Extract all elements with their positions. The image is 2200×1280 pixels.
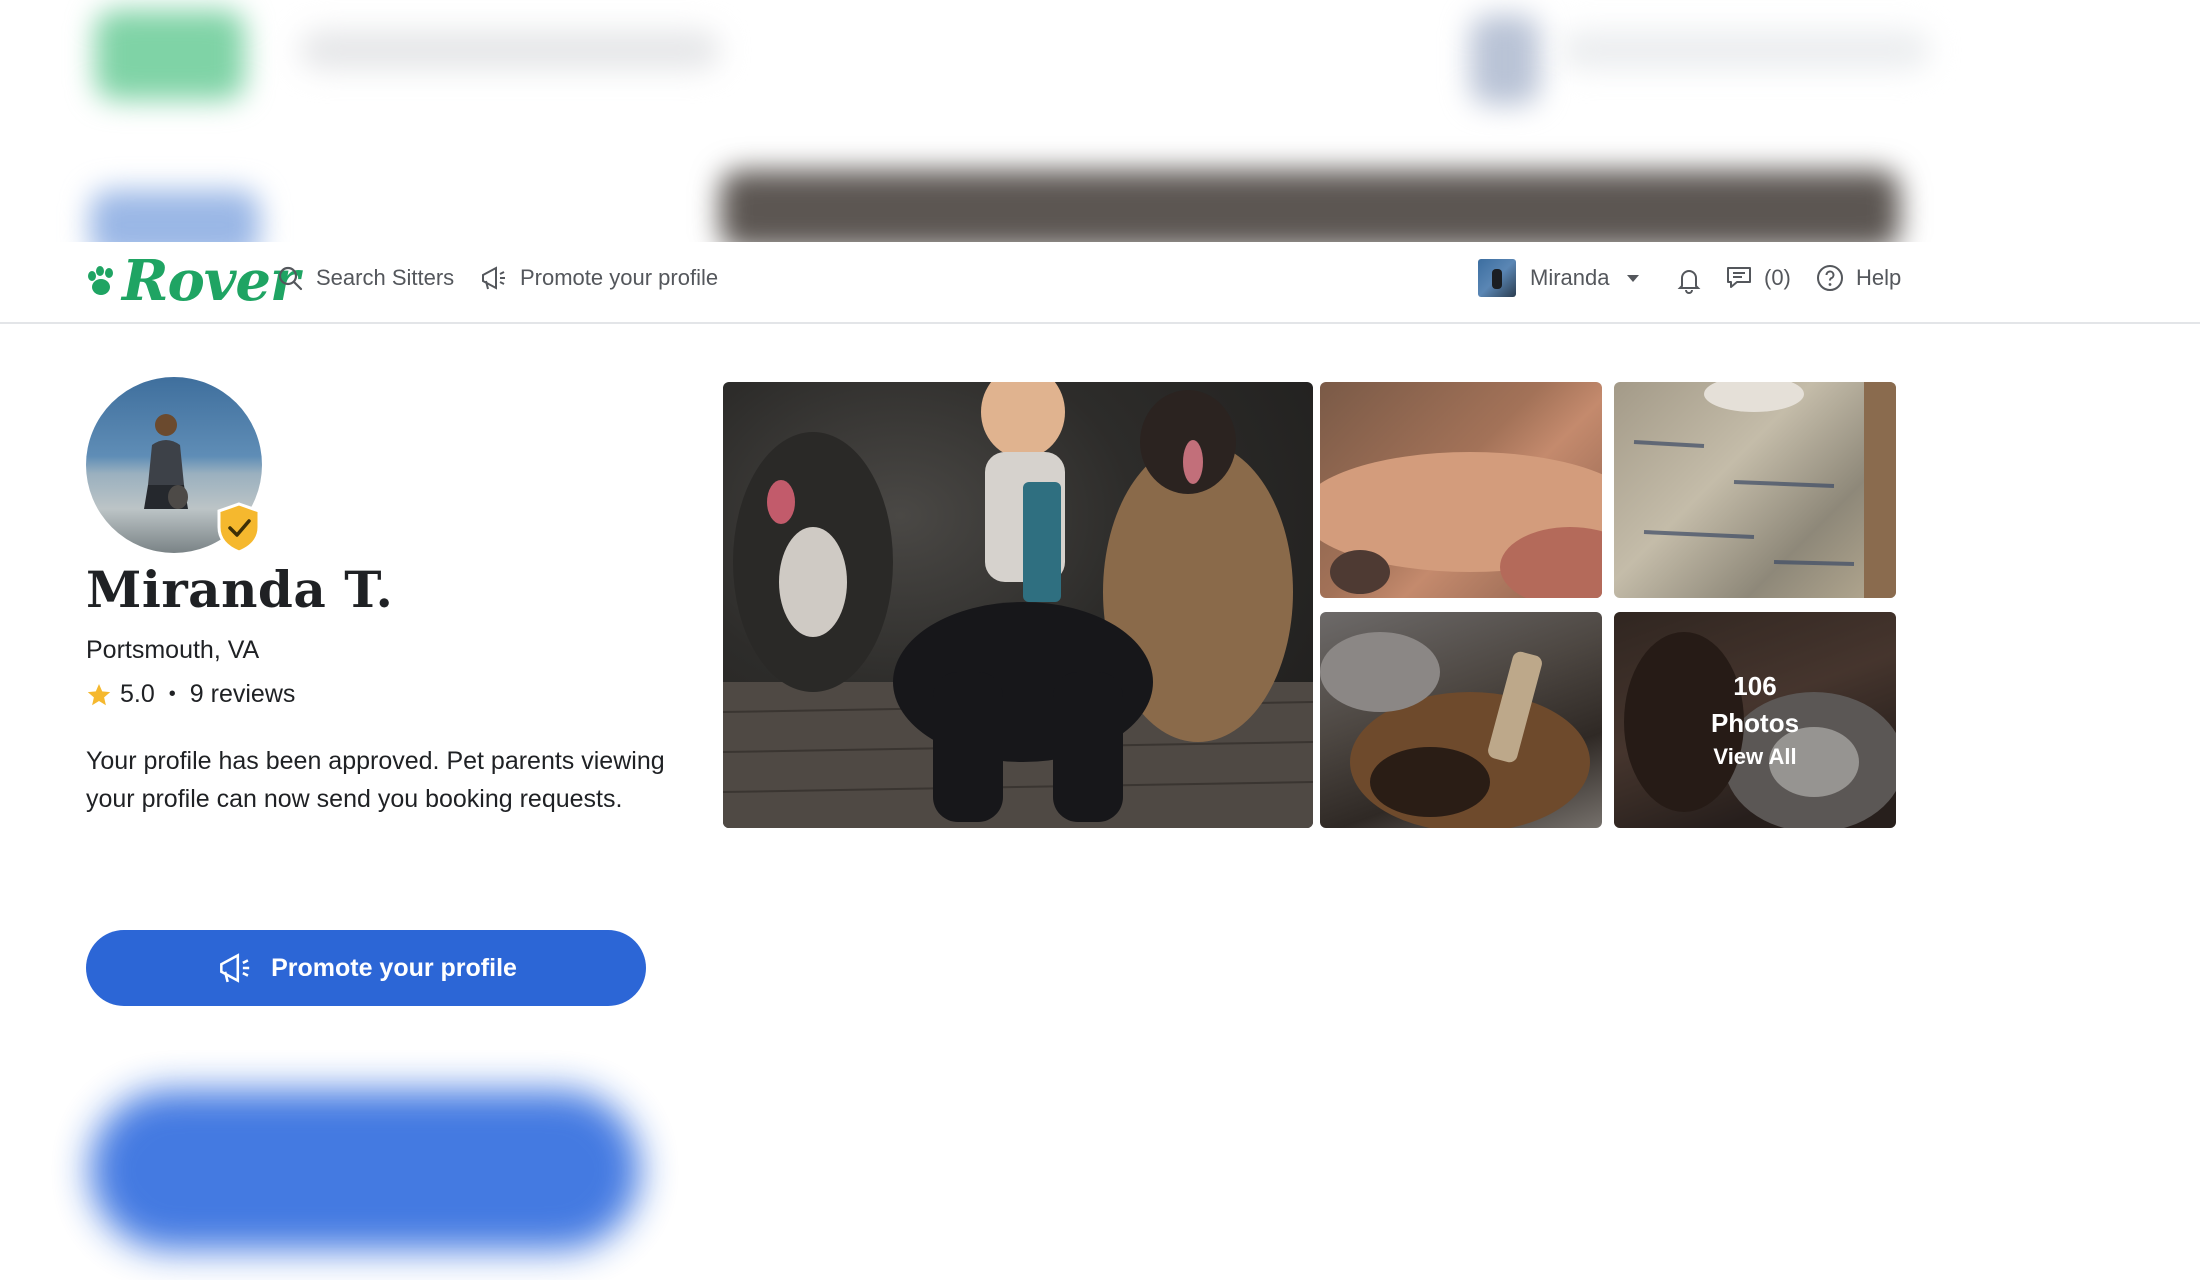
profile-name: Miranda T. xyxy=(86,560,394,619)
photo-thumb-1[interactable] xyxy=(1320,382,1602,598)
photos-label: Photos xyxy=(1710,708,1800,738)
promote-profile-link[interactable]: Promote your profile xyxy=(478,258,718,298)
photo-count: 106 xyxy=(1733,671,1777,701)
help-label: Help xyxy=(1856,265,1902,290)
help-link[interactable]: Help xyxy=(1816,256,1901,300)
megaphone-icon xyxy=(482,266,505,290)
photo-thumb-1-image xyxy=(1320,452,1602,598)
blurred-background xyxy=(0,0,2200,242)
promote-profile-label: Promote your profile xyxy=(520,265,719,290)
photo-thumb-2-image xyxy=(1633,382,1896,598)
promote-profile-button[interactable]: Promote your profile xyxy=(86,930,646,1006)
messages-count: (0) xyxy=(1764,265,1791,290)
view-all-overlay: 106 Photos View All xyxy=(1614,612,1896,828)
profile-location: Portsmouth, VA xyxy=(86,636,260,664)
person-silhouette xyxy=(144,414,188,509)
view-all-link[interactable]: View All xyxy=(1713,742,1796,772)
reviews-link[interactable]: 9 reviews xyxy=(190,680,296,709)
chat-bubble-icon xyxy=(1727,267,1751,288)
photo-thumb-2[interactable] xyxy=(1614,382,1896,598)
user-name: Miranda xyxy=(1530,265,1610,290)
rover-logo[interactable]: Rover xyxy=(84,248,300,314)
help-icon xyxy=(1817,265,1843,291)
photo-main-image xyxy=(723,382,1313,828)
megaphone-icon xyxy=(220,953,250,983)
logo-text: Rover xyxy=(122,248,300,314)
search-sitters-label: Search Sitters xyxy=(316,265,455,290)
search-icon xyxy=(278,266,303,291)
star-icon xyxy=(87,683,111,705)
top-nav: Rover Search Sitters Promote your profil… xyxy=(0,242,2200,324)
bell-icon[interactable] xyxy=(1674,265,1704,295)
rating-separator: • xyxy=(168,683,176,705)
rating-summary: 5.0 • 9 reviews xyxy=(86,680,295,709)
promote-button-label: Promote your profile xyxy=(271,953,517,982)
photo-thumb-view-all[interactable]: 106 Photos View All xyxy=(1614,612,1896,828)
photo-thumb-3-image xyxy=(1320,632,1590,828)
rating-value: 5.0 xyxy=(120,680,155,708)
paw-icon xyxy=(88,266,113,295)
approval-message: Your profile has been approved. Pet pare… xyxy=(86,747,665,813)
messages-link[interactable]: (0) xyxy=(1724,256,1791,300)
photo-main[interactable] xyxy=(723,382,1313,828)
user-menu[interactable]: Miranda xyxy=(1478,256,1641,300)
blurred-button-area xyxy=(90,1090,640,1250)
verified-badge-icon xyxy=(217,502,261,554)
user-avatar xyxy=(1478,259,1516,297)
search-sitters-link[interactable]: Search Sitters xyxy=(276,258,454,298)
photo-thumb-3[interactable] xyxy=(1320,612,1602,828)
caret-down-icon xyxy=(1627,275,1640,282)
